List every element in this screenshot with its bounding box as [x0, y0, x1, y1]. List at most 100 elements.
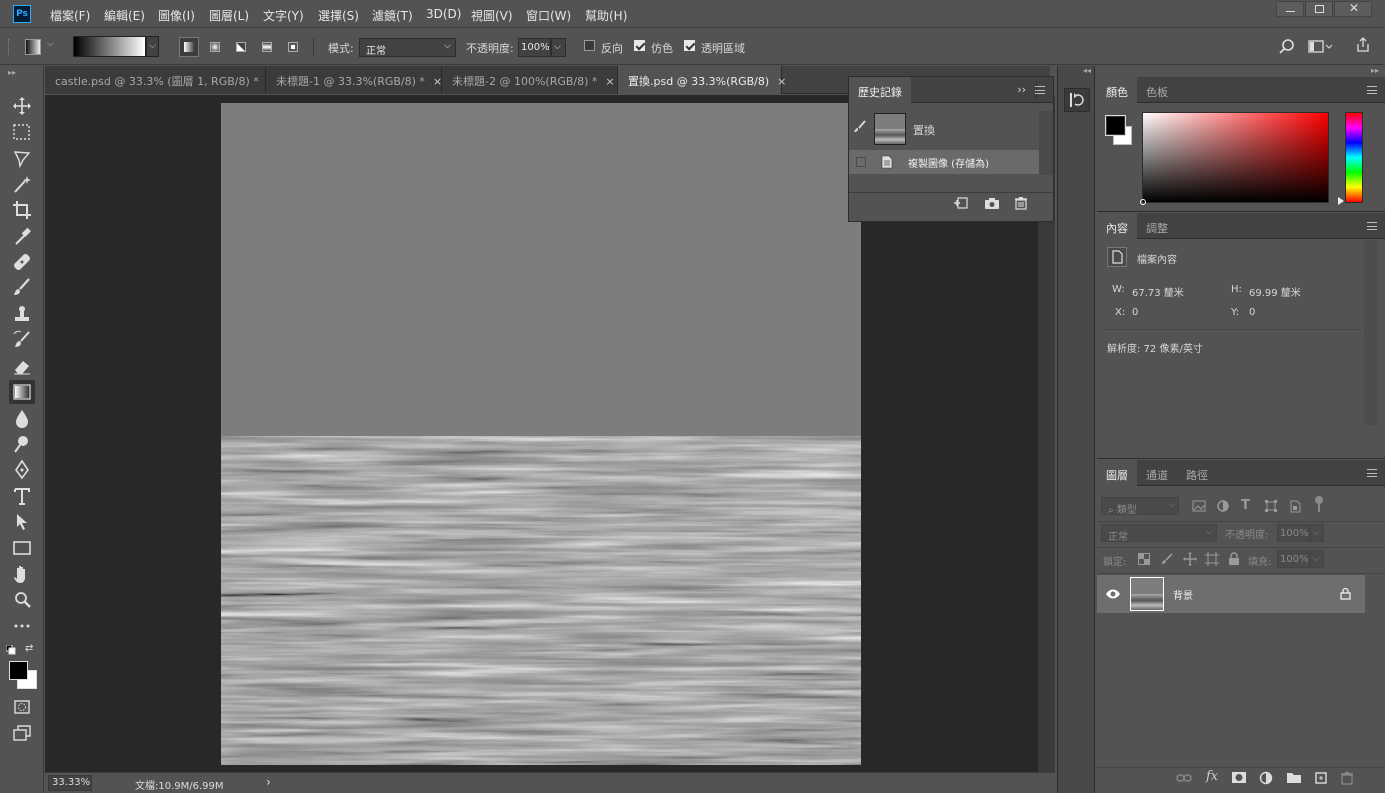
gradient-picker[interactable]	[73, 36, 146, 57]
blur-tool-icon[interactable]	[9, 406, 35, 430]
tab-layers[interactable]: 圖層	[1097, 460, 1137, 486]
minimize-button[interactable]	[1276, 1, 1304, 17]
zoom-tool-icon[interactable]	[9, 588, 35, 612]
gradient-picker-dropdown[interactable]: ⌵	[146, 36, 159, 57]
opacity-dropdown[interactable]: ⌵	[551, 38, 566, 57]
lock-transparent-icon[interactable]	[1138, 553, 1150, 565]
maximize-button[interactable]	[1305, 1, 1333, 17]
document-canvas[interactable]	[221, 103, 861, 765]
menu-type[interactable]: 文字(Y)	[263, 7, 304, 24]
menu-filter[interactable]: 濾鏡(T)	[372, 7, 413, 24]
filter-type-icon[interactable]: T	[1241, 498, 1250, 513]
menu-file[interactable]: 檔案(F)	[50, 7, 90, 24]
filter-toggle-icon[interactable]	[1315, 496, 1323, 504]
new-layer-icon[interactable]	[1314, 771, 1328, 785]
healing-brush-tool-icon[interactable]	[9, 250, 35, 274]
menu-image[interactable]: 圖像(I)	[158, 7, 195, 24]
eraser-tool-icon[interactable]	[9, 354, 35, 378]
layer-visibility-eye-icon[interactable]	[1105, 588, 1121, 600]
foreground-color-swatch[interactable]	[9, 661, 28, 680]
layer-lock-icon[interactable]	[1340, 587, 1351, 600]
tab-color[interactable]: 顏色	[1097, 77, 1137, 103]
lock-image-icon[interactable]	[1161, 553, 1173, 565]
zoom-field[interactable]: 33.33%	[48, 775, 92, 791]
marquee-tool-icon[interactable]	[9, 120, 35, 144]
close-tab-icon[interactable]: ×	[777, 75, 786, 88]
tab-displace[interactable]: 置換.psd @ 33.3%(RGB/8) ×	[618, 66, 786, 94]
reflected-gradient-button[interactable]	[257, 37, 277, 57]
tab-paths[interactable]: 路徑	[1177, 460, 1217, 486]
diamond-gradient-button[interactable]	[283, 37, 303, 57]
height-value[interactable]: 69.99 釐米	[1249, 284, 1301, 299]
lock-all-icon[interactable]	[1228, 552, 1240, 566]
blend-mode-select[interactable]: 正常 ⌵	[1101, 524, 1217, 543]
layer-filter-select[interactable]: ⌕ 類型 ⌵	[1101, 497, 1179, 516]
search-icon[interactable]	[1279, 39, 1295, 55]
radial-gradient-button[interactable]	[205, 37, 225, 57]
tab-untitled-2[interactable]: 未標題-2 @ 100%(RGB/8) * ×	[442, 66, 618, 94]
y-value[interactable]: 0	[1249, 307, 1255, 318]
close-tab-icon[interactable]: ×	[433, 75, 442, 88]
expand-dock-icon[interactable]: ◂◂	[1083, 66, 1091, 75]
new-document-from-state-icon[interactable]	[953, 196, 969, 210]
lasso-tool-icon[interactable]	[9, 146, 35, 170]
fx-icon[interactable]: fx	[1206, 769, 1218, 784]
panel-menu-icon[interactable]	[1367, 86, 1377, 94]
panel-menu-icon[interactable]	[1035, 86, 1045, 94]
gradient-tool-icon[interactable]	[9, 380, 35, 404]
collapse-right-dock-icon[interactable]: ▸▸	[1371, 66, 1379, 75]
dodge-tool-icon[interactable]	[9, 432, 35, 456]
camera-icon[interactable]	[984, 196, 1000, 210]
type-tool-icon[interactable]	[9, 484, 35, 508]
transparency-checkbox[interactable]	[684, 40, 695, 51]
filter-adjustment-icon[interactable]	[1216, 499, 1230, 513]
crop-tool-icon[interactable]	[9, 198, 35, 222]
menu-edit[interactable]: 編輯(E)	[104, 7, 145, 24]
lock-artboard-icon[interactable]	[1205, 552, 1219, 566]
layer-opacity-dropdown[interactable]: ⌵	[1310, 524, 1324, 542]
share-icon[interactable]	[1355, 37, 1371, 53]
opacity-input[interactable]: 100%	[518, 38, 551, 57]
menu-window[interactable]: 窗口(W)	[526, 7, 571, 24]
filter-pixel-icon[interactable]	[1192, 499, 1206, 513]
history-brush-source-icon[interactable]	[853, 120, 867, 134]
link-layers-icon[interactable]	[1176, 772, 1192, 784]
workspace-icon[interactable]	[1308, 40, 1332, 54]
tab-properties[interactable]: 內容	[1097, 213, 1137, 239]
collapse-tools-icon[interactable]: ▸▸	[8, 68, 16, 77]
menu-select[interactable]: 選擇(S)	[318, 7, 359, 24]
fill-dropdown[interactable]: ⌵	[1310, 550, 1324, 568]
menu-help[interactable]: 幫助(H)	[585, 7, 627, 24]
layer-name[interactable]: 背景	[1173, 587, 1193, 602]
tab-swatches[interactable]: 色板	[1137, 77, 1177, 103]
tab-adjustments[interactable]: 調整	[1137, 213, 1177, 239]
close-tab-icon[interactable]: ×	[605, 75, 614, 88]
color-field[interactable]	[1140, 112, 1329, 205]
dither-checkbox[interactable]	[634, 40, 645, 51]
stamp-tool-icon[interactable]	[9, 302, 35, 326]
path-selection-tool-icon[interactable]	[9, 510, 35, 534]
reverse-checkbox[interactable]	[584, 40, 595, 51]
chevron-down-icon[interactable]: ⌵	[47, 39, 54, 49]
delete-layer-icon[interactable]	[1340, 771, 1354, 785]
swap-colors-icon[interactable]: ⇄	[25, 643, 33, 654]
hand-tool-icon[interactable]	[9, 562, 35, 586]
menu-3d[interactable]: 3D(D)	[426, 7, 461, 21]
rectangle-tool-icon[interactable]	[9, 536, 35, 560]
close-window-button[interactable]: ✕	[1334, 1, 1372, 17]
color-panel-foreground-swatch[interactable]	[1105, 115, 1126, 136]
tab-channels[interactable]: 通道	[1137, 460, 1177, 486]
history-scrollbar[interactable]	[1039, 111, 1053, 175]
menu-view[interactable]: 視圖(V)	[471, 7, 513, 24]
gradient-tool-preset-icon[interactable]	[25, 39, 41, 55]
more-tools-icon[interactable]	[9, 614, 35, 638]
history-snapshot[interactable]: 置換	[849, 111, 1039, 147]
panel-menu-icon[interactable]	[1367, 222, 1377, 230]
magic-wand-tool-icon[interactable]	[9, 172, 35, 196]
new-group-icon[interactable]	[1286, 771, 1302, 784]
trash-icon[interactable]	[1014, 196, 1028, 210]
fill-input[interactable]: 100%	[1277, 550, 1310, 568]
history-panel-icon[interactable]	[1064, 88, 1090, 112]
lock-position-icon[interactable]	[1183, 552, 1197, 566]
pen-tool-icon[interactable]	[9, 458, 35, 482]
